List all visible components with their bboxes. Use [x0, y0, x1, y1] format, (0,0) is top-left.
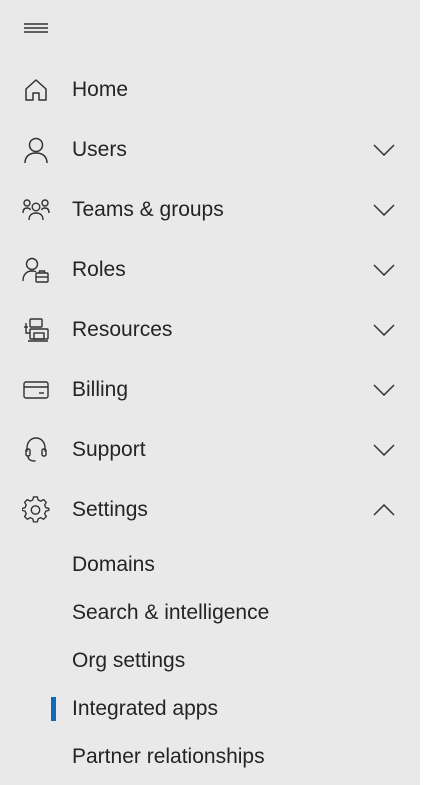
- roles-icon: [20, 254, 52, 286]
- collapse-navigation-button[interactable]: [22, 16, 50, 40]
- nav-item-label: Teams & groups: [72, 198, 224, 221]
- nav-subitem-label: Integrated apps: [72, 697, 218, 720]
- nav-subitem-domains[interactable]: Domains: [0, 542, 420, 588]
- nav-subitem-label: Org settings: [72, 649, 186, 672]
- nav-item-label: Support: [72, 438, 146, 461]
- nav-subitem-label: Search & intelligence: [72, 601, 270, 624]
- nav-subitem-label: Domains: [72, 553, 155, 576]
- billing-card-icon: [20, 374, 52, 406]
- gear-icon: [20, 494, 52, 526]
- chevron-down-icon[interactable]: [371, 317, 397, 343]
- nav-item-teams-groups[interactable]: Teams & groups: [0, 180, 420, 240]
- nav-subitem-org-settings[interactable]: Org settings: [0, 638, 420, 684]
- chevron-down-icon[interactable]: [371, 197, 397, 223]
- nav-item-label: Settings: [72, 498, 148, 521]
- nav-item-users[interactable]: Users: [0, 120, 420, 180]
- left-navigation: Home Users Teams & groups Roles Resource…: [0, 0, 420, 785]
- chevron-down-icon[interactable]: [371, 137, 397, 163]
- chevron-down-icon[interactable]: [371, 377, 397, 403]
- nav-item-label: Users: [72, 138, 127, 161]
- nav-item-label: Billing: [72, 378, 129, 401]
- nav-item-support[interactable]: Support: [0, 420, 420, 480]
- hamburger-icon: [23, 22, 49, 34]
- user-icon: [20, 134, 52, 166]
- nav-subitem-label: Partner relationships: [72, 745, 265, 768]
- chevron-up-icon[interactable]: [371, 497, 397, 523]
- nav-item-resources[interactable]: Resources: [0, 300, 420, 360]
- nav-item-home[interactable]: Home: [0, 60, 420, 120]
- resources-icon: [20, 314, 52, 346]
- chevron-down-icon[interactable]: [371, 437, 397, 463]
- nav-subitem-partner-relationships[interactable]: Partner relationships: [0, 734, 420, 780]
- nav-item-label: Roles: [72, 258, 126, 281]
- nav-subitem-integrated-apps[interactable]: Integrated apps: [0, 686, 420, 732]
- nav-item-label: Resources: [72, 318, 173, 341]
- nav-item-settings[interactable]: Settings: [0, 480, 420, 540]
- nav-subitem-search-intelligence[interactable]: Search & intelligence: [0, 590, 420, 636]
- active-indicator: [51, 697, 56, 721]
- headset-icon: [20, 434, 52, 466]
- home-icon: [20, 74, 52, 106]
- nav-item-roles[interactable]: Roles: [0, 240, 420, 300]
- teams-icon: [20, 194, 52, 226]
- nav-item-label: Home: [72, 78, 129, 101]
- nav-item-billing[interactable]: Billing: [0, 360, 420, 420]
- chevron-down-icon[interactable]: [371, 257, 397, 283]
